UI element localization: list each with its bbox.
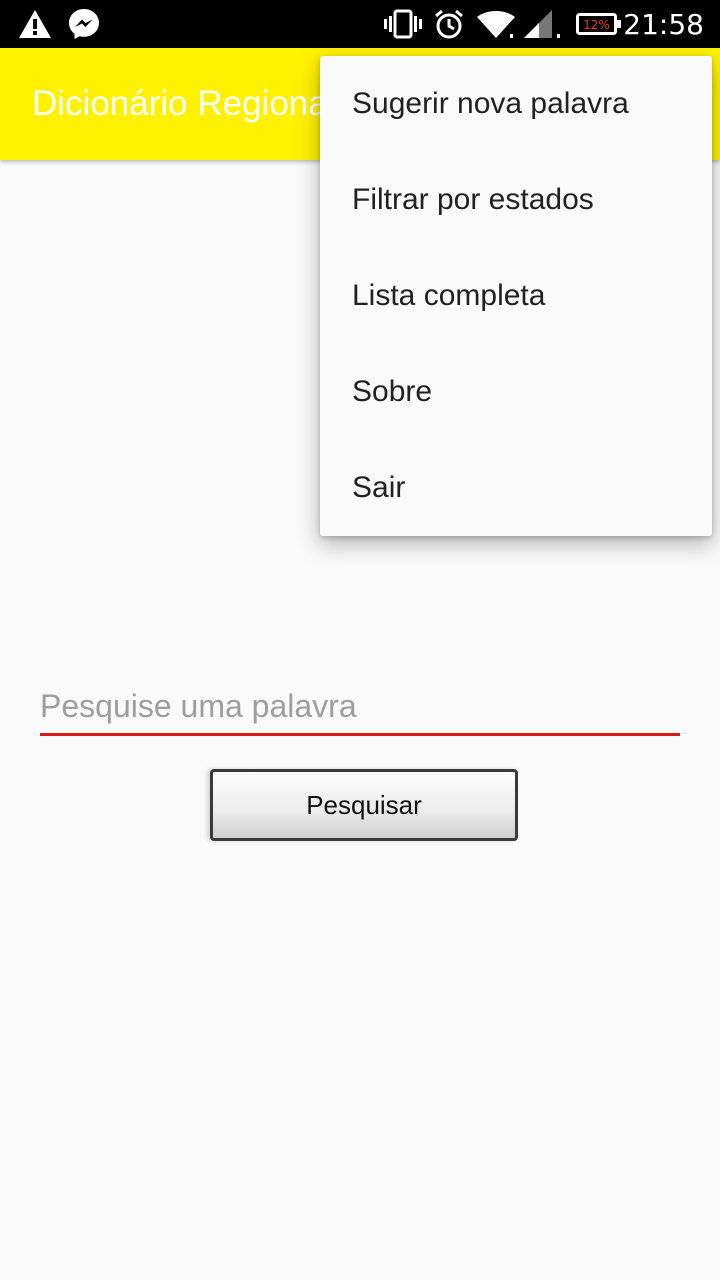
battery-icon: 12%	[576, 0, 622, 48]
alarm-icon	[433, 0, 465, 48]
messenger-icon	[67, 0, 101, 48]
menu-item-about[interactable]: Sobre	[320, 344, 712, 440]
battery-level: 12%	[583, 18, 610, 32]
clock: 21:58	[623, 7, 704, 41]
menu-item-filter-states[interactable]: Filtrar por estados	[320, 152, 712, 248]
search-input[interactable]	[40, 680, 680, 736]
menu-item-suggest-word[interactable]: Sugerir nova palavra	[320, 56, 712, 152]
search-button[interactable]: Pesquisar	[210, 769, 518, 841]
menu-item-full-list[interactable]: Lista completa	[320, 248, 712, 344]
menu-item-exit[interactable]: Sair	[320, 440, 712, 536]
app-title: Dicionário Regional	[32, 84, 336, 123]
warning-icon	[18, 0, 52, 48]
vibrate-icon	[384, 0, 422, 48]
status-bar: 12% 21:58	[0, 0, 720, 48]
overflow-menu: Sugerir nova palavra Filtrar por estados…	[320, 56, 712, 536]
signal-icon	[522, 0, 562, 48]
wifi-icon	[476, 0, 516, 48]
